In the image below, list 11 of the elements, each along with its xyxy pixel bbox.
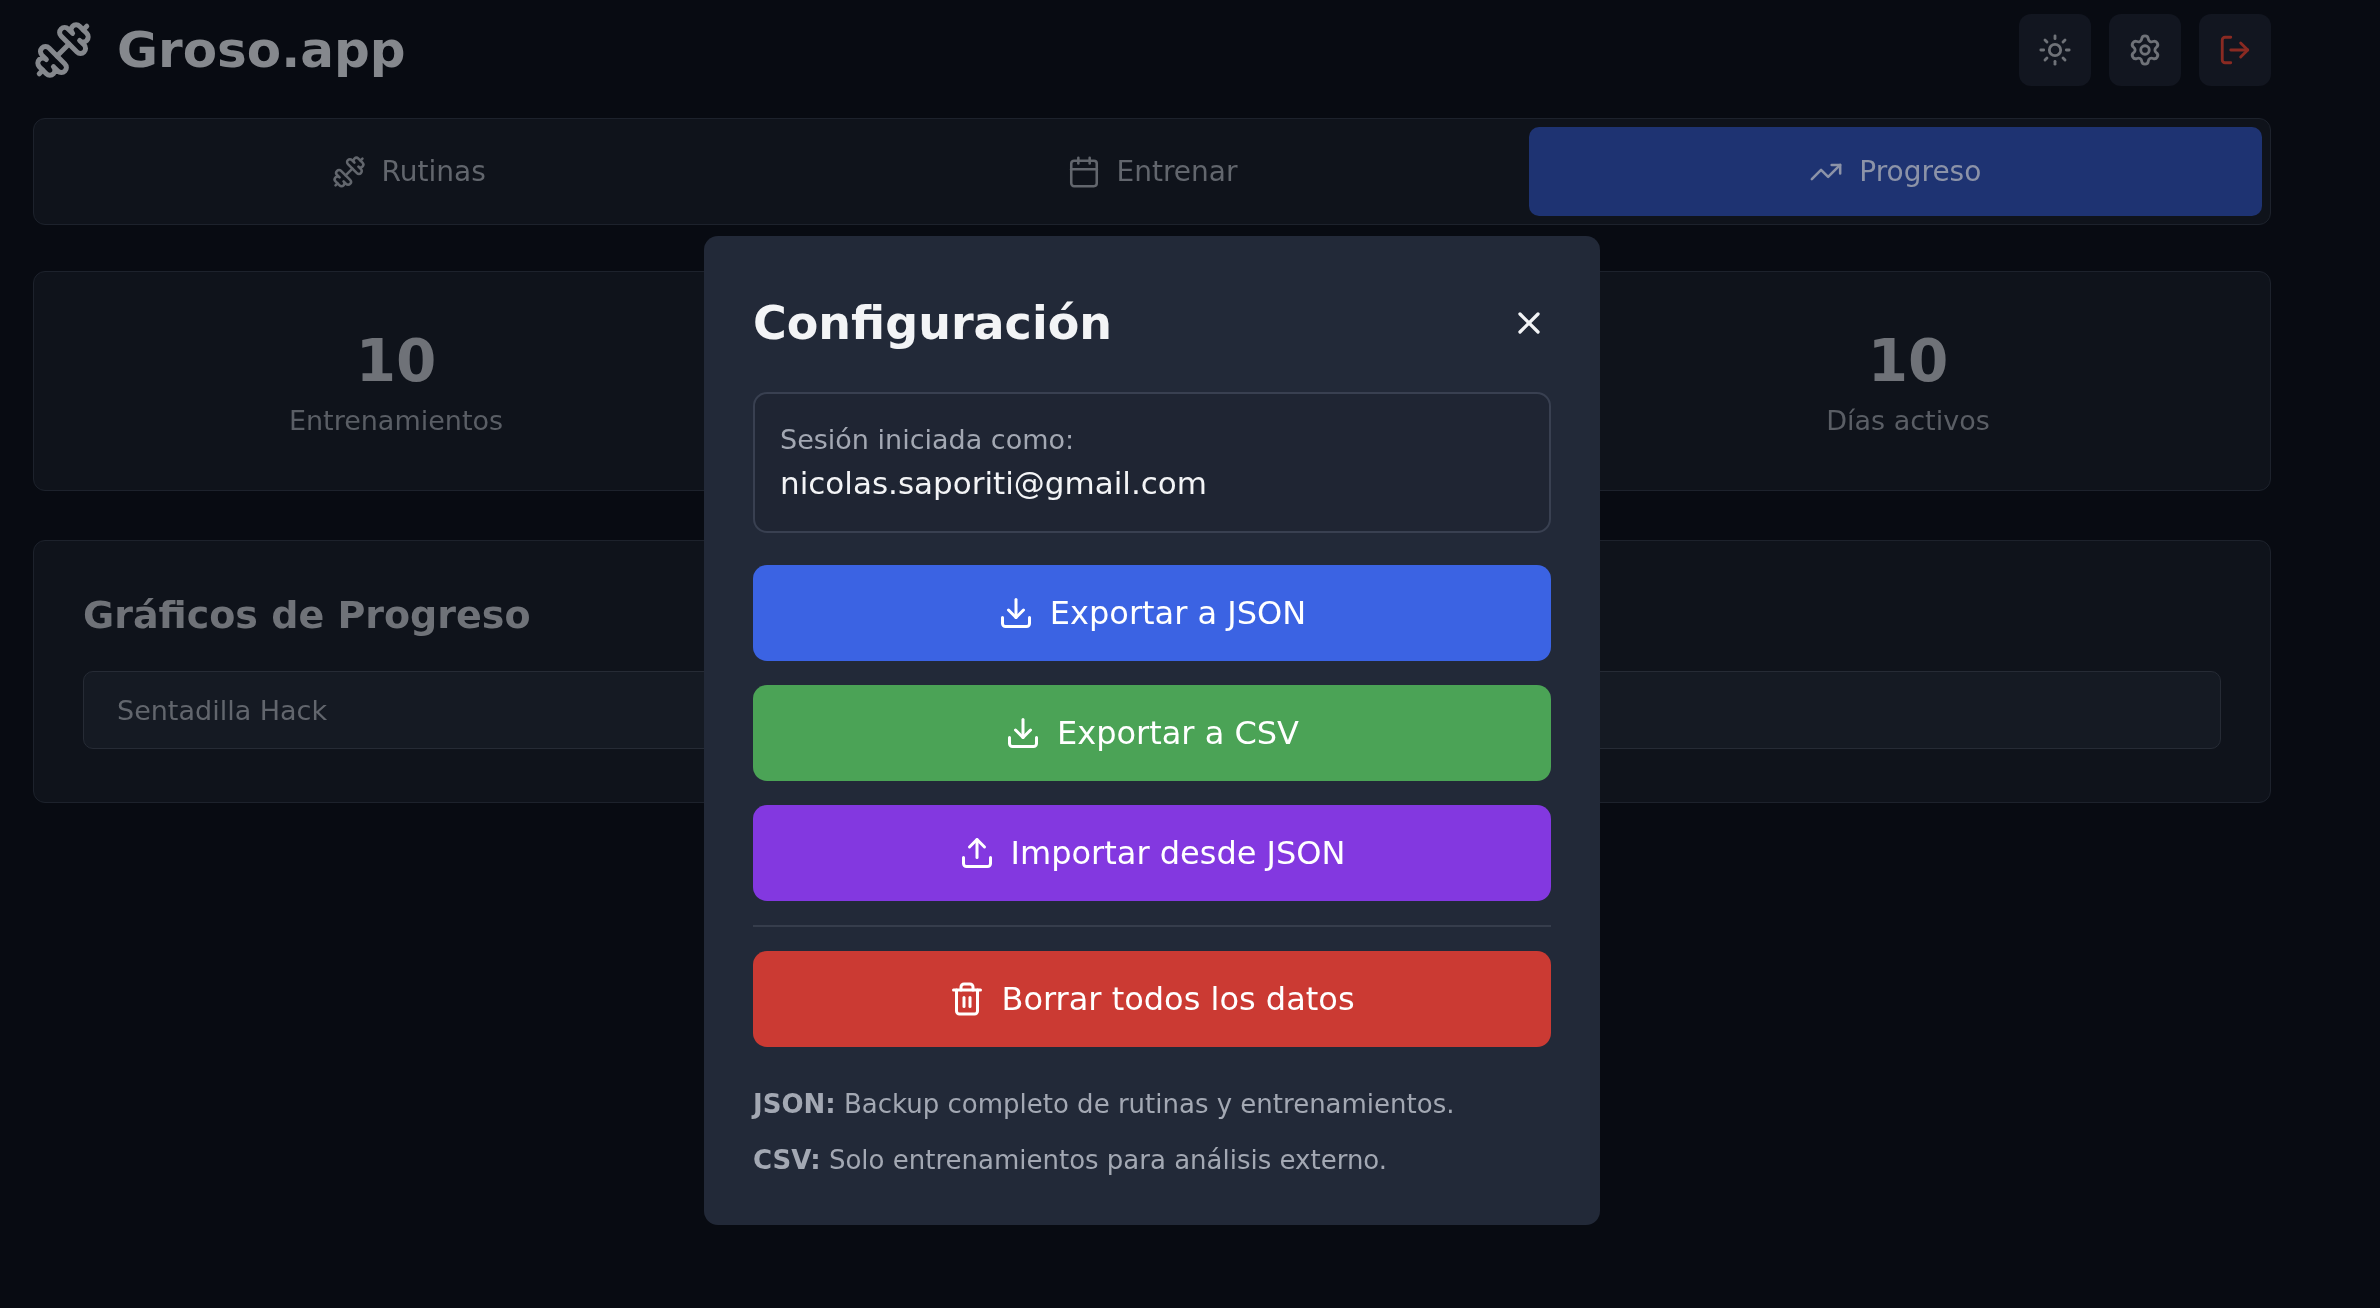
section-title: Gráficos de Progreso bbox=[83, 593, 531, 637]
stat-value: 10 bbox=[1867, 326, 1949, 395]
footnote: CSV: Solo entrenamientos para análisis externo. bbox=[753, 1145, 1389, 1175]
stat-value: 10 bbox=[355, 326, 437, 395]
dialog-title: Configuración bbox=[753, 296, 1112, 350]
stat-label: Entrenamientos bbox=[288, 404, 504, 436]
session-email: nicolas.saporiti@gmail.com bbox=[780, 465, 1208, 501]
session-label: Sesión iniciada como: bbox=[780, 424, 1076, 455]
stat-label: Días activos bbox=[1826, 404, 1990, 436]
app-title: Groso.app bbox=[117, 21, 406, 79]
footnote: JSON: Backup completo de rutinas y entrenamientos. bbox=[753, 1089, 1456, 1119]
